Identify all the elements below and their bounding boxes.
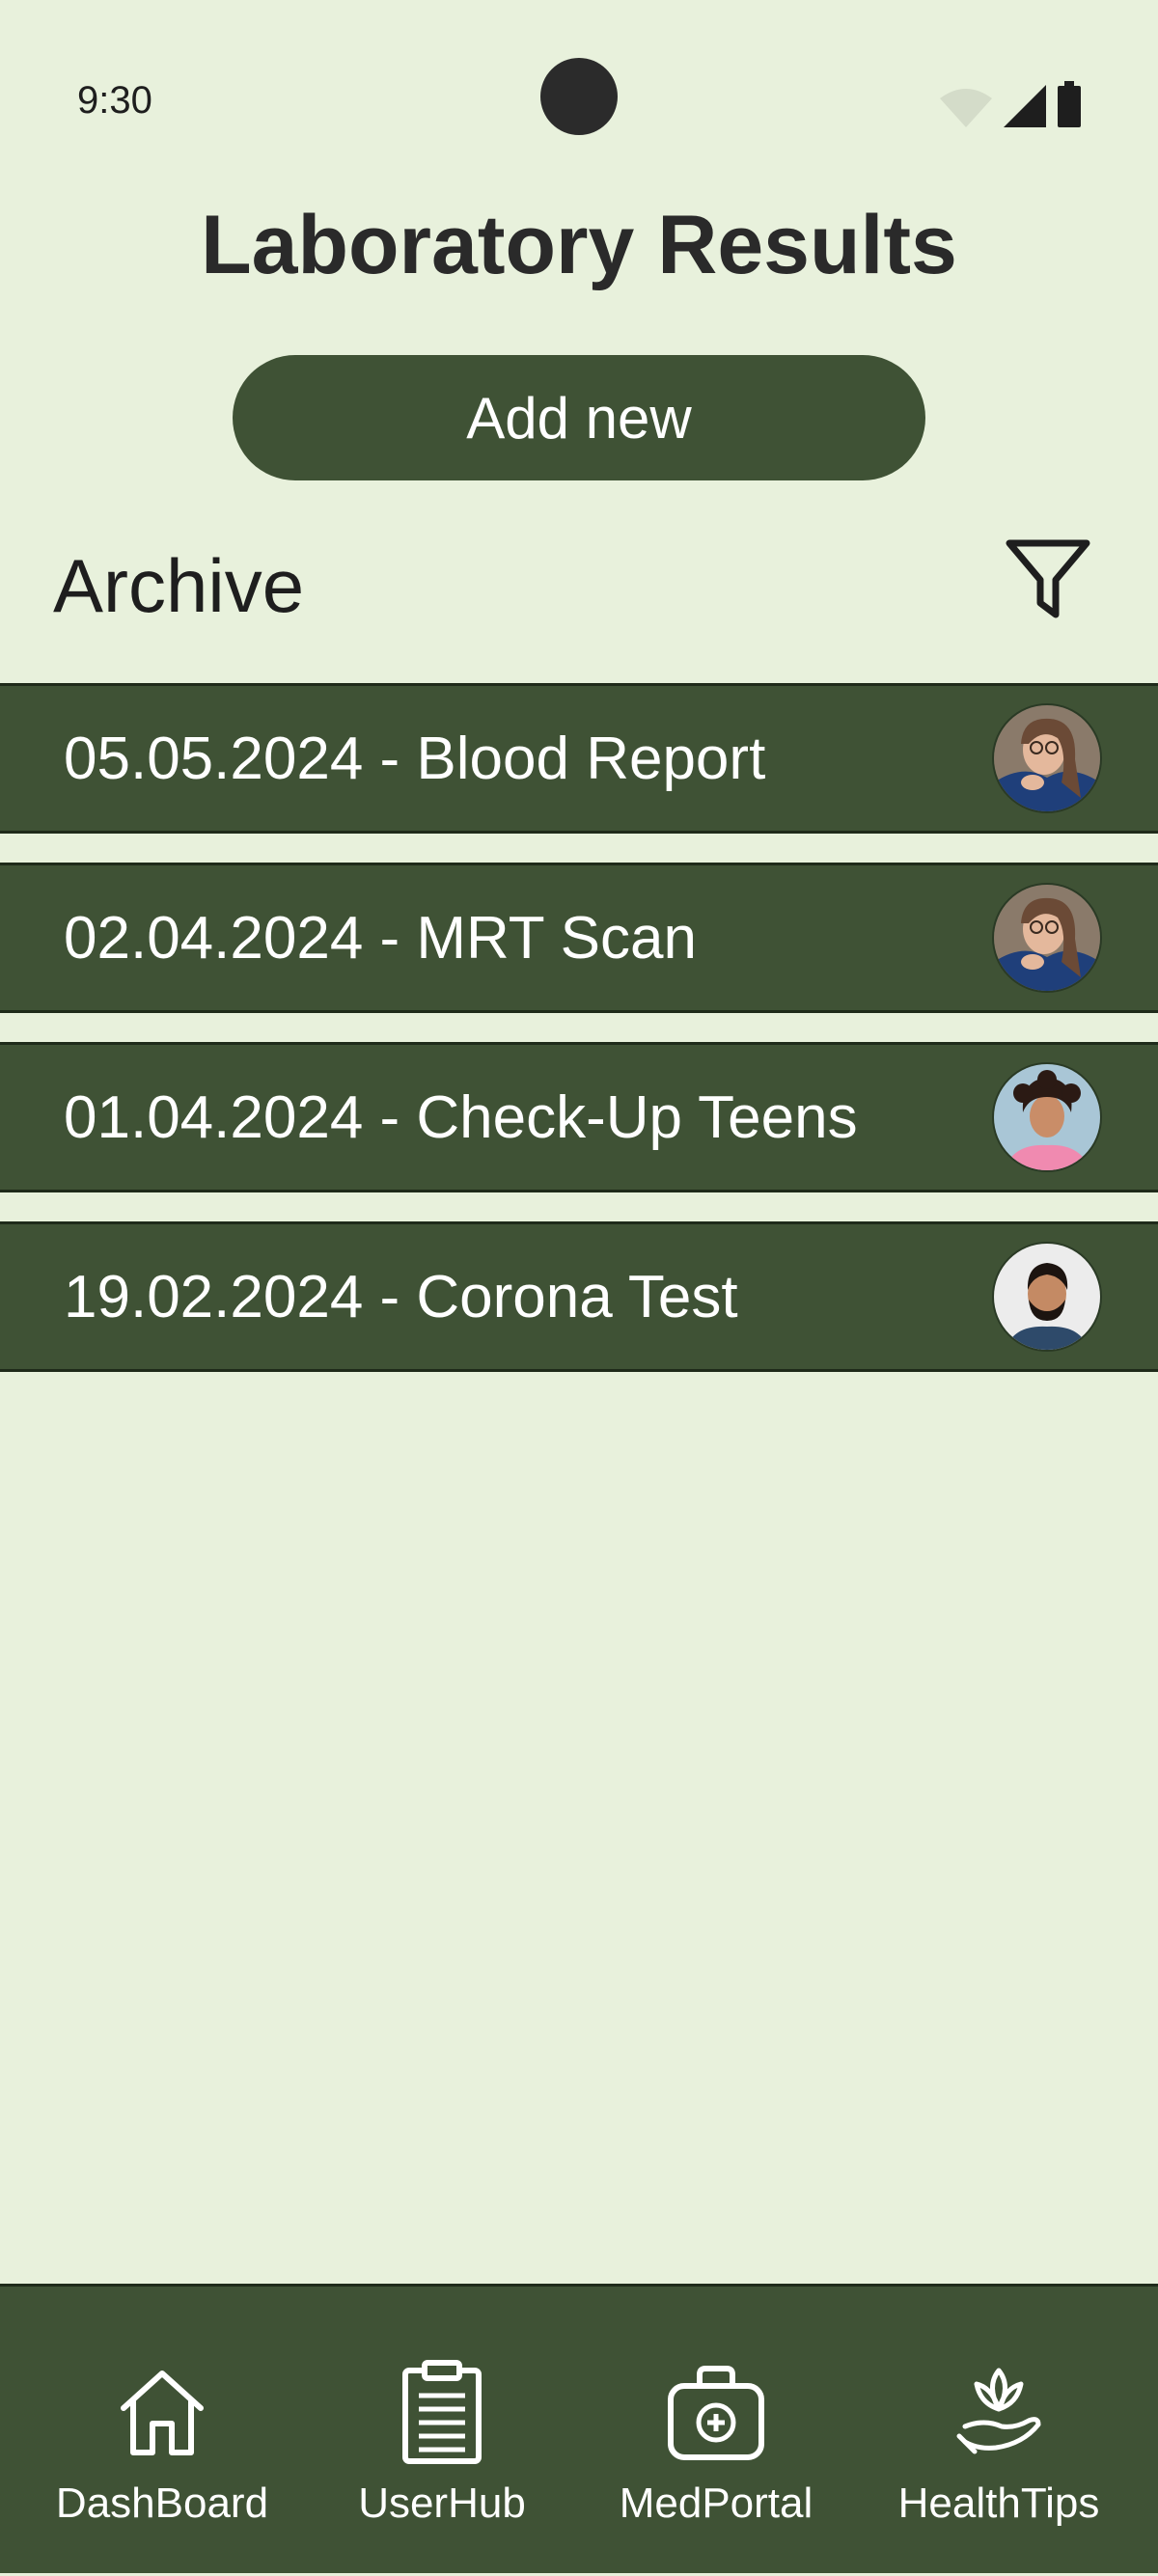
camera-cutout [540, 58, 618, 135]
nav-label: HealthTips [897, 2480, 1100, 2527]
archive-item[interactable]: 19.02.2024 - Corona Test [0, 1221, 1158, 1372]
nav-item-dashboard[interactable]: DashBoard [17, 2287, 307, 2576]
status-icons [940, 81, 1081, 132]
nav-label: DashBoard [55, 2480, 269, 2527]
signal-icon [1004, 85, 1046, 132]
filter-icon [1004, 535, 1092, 629]
bottom-nav: DashBoard UserHub MedPortal HealthTips [0, 2284, 1158, 2573]
archive-list: 05.05.2024 - Blood Report 02.04.2024 - M… [0, 683, 1158, 1401]
nav-item-medportal[interactable]: MedPortal [571, 2287, 861, 2576]
status-bar: 9:30 [0, 0, 1158, 193]
filter-button[interactable] [1002, 535, 1094, 628]
clipboard-icon [384, 2354, 500, 2470]
add-new-button[interactable]: Add new [233, 355, 925, 480]
girl-curly-hair-avatar [992, 1062, 1102, 1172]
wifi-icon [940, 89, 992, 132]
home-icon [104, 2354, 220, 2470]
man-beard-avatar [992, 1242, 1102, 1352]
archive-heading: Archive [53, 543, 305, 628]
archive-item[interactable]: 05.05.2024 - Blood Report [0, 683, 1158, 834]
battery-icon [1058, 81, 1081, 132]
nav-label: MedPortal [619, 2480, 813, 2527]
archive-item[interactable]: 01.04.2024 - Check-Up Teens [0, 1042, 1158, 1192]
page-title: Laboratory Results [201, 199, 957, 291]
archive-item[interactable]: 02.04.2024 - MRT Scan [0, 863, 1158, 1013]
archive-item-label: 01.04.2024 - Check-Up Teens [64, 1083, 858, 1151]
woman-glasses-avatar [992, 883, 1102, 993]
woman-glasses-avatar [992, 703, 1102, 813]
nav-item-healthtips[interactable]: HealthTips [854, 2287, 1144, 2576]
nav-item-userhub[interactable]: UserHub [297, 2287, 587, 2576]
medical-kit-icon [658, 2354, 774, 2470]
status-time: 9:30 [77, 79, 152, 122]
lotus-hand-icon [941, 2354, 1057, 2470]
archive-item-label: 05.05.2024 - Blood Report [64, 725, 766, 792]
archive-item-label: 19.02.2024 - Corona Test [64, 1263, 738, 1330]
nav-label: UserHub [358, 2480, 526, 2527]
archive-item-label: 02.04.2024 - MRT Scan [64, 904, 697, 972]
